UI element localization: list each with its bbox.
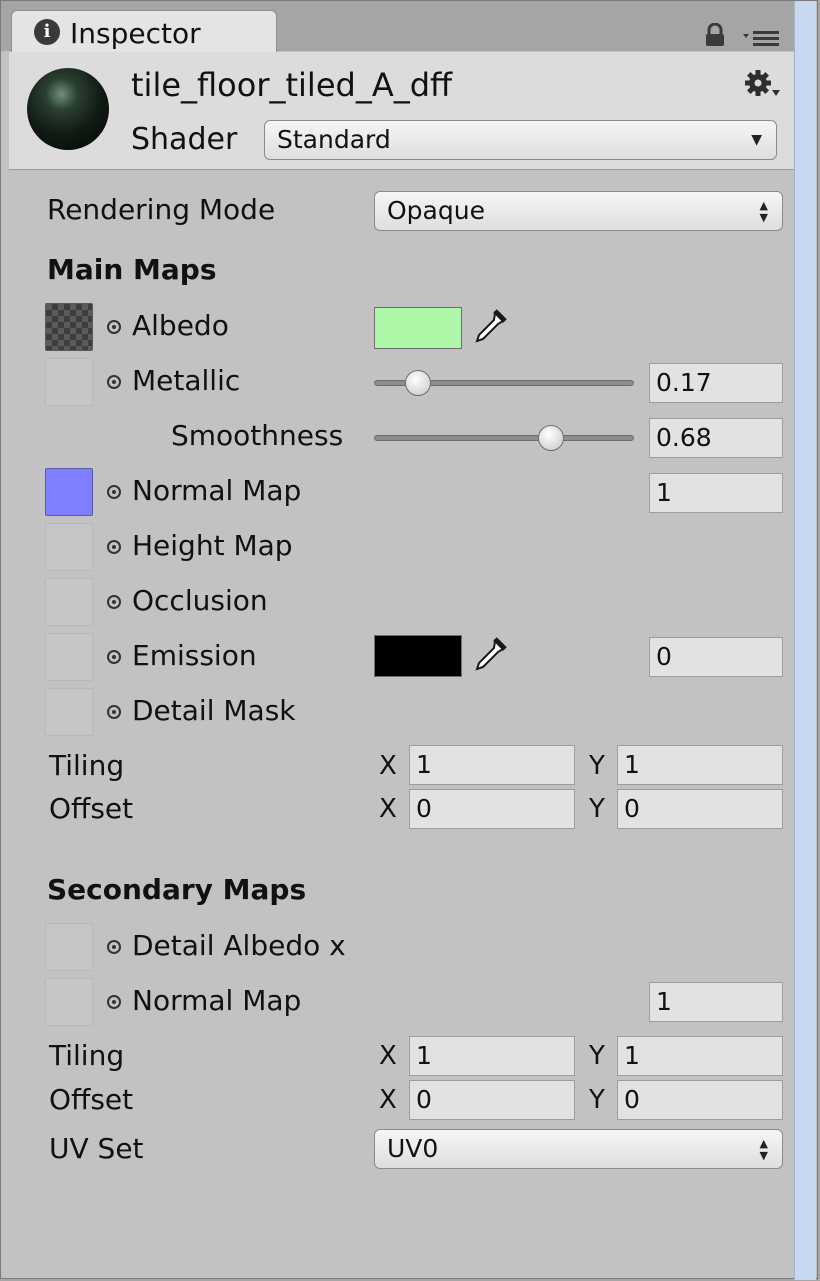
smoothness-slider-track[interactable]	[374, 435, 634, 441]
secondary-tiling-label: Tiling	[49, 1039, 125, 1072]
main-maps-heading: Main Maps	[47, 253, 217, 286]
occlusion-texture-slot[interactable]	[45, 578, 93, 626]
albedo-color-swatch[interactable]	[374, 307, 462, 349]
smoothness-label: Smoothness	[171, 419, 344, 452]
emission-label: Emission	[132, 639, 257, 672]
material-preview-sphere	[27, 68, 109, 150]
shader-value: Standard	[277, 125, 391, 154]
detail-albedo-label: Detail Albedo x	[132, 929, 346, 962]
rendering-mode-dropdown[interactable]: Opaque ▲ ▼	[374, 191, 783, 231]
secondary-offset-x-label: X	[379, 1085, 397, 1115]
main-tiling-y-label: Y	[589, 751, 605, 781]
uv-set-label: UV Set	[49, 1132, 144, 1165]
detail-albedo-texture-slot[interactable]	[45, 923, 93, 971]
shader-label: Shader	[131, 122, 238, 157]
tab-inspector[interactable]: i Inspector	[11, 10, 277, 52]
eyedropper-icon[interactable]	[469, 307, 509, 347]
menu-icon[interactable]	[741, 28, 781, 48]
uv-set-value: UV0	[387, 1134, 439, 1163]
secondary-normal-map-label: Normal Map	[132, 984, 302, 1017]
metallic-texture-slot[interactable]	[45, 358, 93, 406]
main-offset-y-label: Y	[589, 794, 605, 824]
metallic-value-field[interactable]: 0.17	[649, 363, 783, 403]
main-offset-y-field[interactable]: 0	[617, 789, 783, 829]
normal-map-picker-icon[interactable]	[107, 485, 121, 499]
albedo-texture-slot[interactable]	[45, 303, 93, 351]
metallic-label: Metallic	[132, 364, 241, 397]
emission-texture-slot[interactable]	[45, 633, 93, 681]
secondary-normal-map-scale-field[interactable]: 1	[649, 982, 783, 1022]
main-tiling-label: Tiling	[49, 749, 125, 782]
normal-map-texture-slot[interactable]	[45, 468, 93, 516]
secondary-tiling-y-field[interactable]: 1	[617, 1036, 783, 1076]
height-map-picker-icon[interactable]	[107, 540, 121, 554]
secondary-offset-x-field[interactable]: 0	[409, 1080, 575, 1120]
eyedropper-icon[interactable]	[469, 635, 509, 675]
main-offset-x-label: X	[379, 794, 397, 824]
inspector-window: i Inspector tile_floor_tiled_A_dff Shade…	[0, 0, 818, 1280]
emission-color-swatch[interactable]	[374, 635, 462, 677]
info-icon: i	[34, 19, 60, 45]
smoothness-slider-handle[interactable]	[537, 425, 564, 451]
metallic-picker-icon[interactable]	[107, 375, 121, 389]
secondary-normal-map-texture-slot[interactable]	[45, 978, 93, 1026]
height-map-label: Height Map	[132, 529, 293, 562]
chevron-down-icon: ▼	[751, 132, 762, 148]
material-properties: Rendering Mode Opaque ▲ ▼ Main Maps Albed…	[9, 171, 794, 1271]
occlusion-label: Occlusion	[132, 584, 268, 617]
tab-bar: i Inspector	[1, 1, 794, 52]
main-tiling-x-field[interactable]: 1	[409, 745, 575, 785]
height-map-texture-slot[interactable]	[45, 523, 93, 571]
detail-mask-label: Detail Mask	[132, 694, 296, 727]
detail-mask-texture-slot[interactable]	[45, 688, 93, 736]
stepper-arrows-icon: ▲ ▼	[759, 1137, 768, 1162]
albedo-label: Albedo	[132, 309, 229, 342]
main-offset-x-field[interactable]: 0	[409, 789, 575, 829]
emission-intensity-field[interactable]: 0	[649, 637, 783, 677]
metallic-slider-handle[interactable]	[405, 370, 432, 396]
secondary-offset-label: Offset	[49, 1083, 134, 1116]
secondary-offset-y-label: Y	[589, 1085, 605, 1115]
normal-map-label: Normal Map	[132, 474, 302, 507]
material-header: tile_floor_tiled_A_dff Shader Standard ▼	[9, 52, 794, 170]
secondary-tiling-y-label: Y	[589, 1041, 605, 1071]
emission-picker-icon[interactable]	[107, 650, 121, 664]
main-tiling-x-label: X	[379, 751, 397, 781]
lock-icon[interactable]	[704, 23, 726, 47]
main-offset-label: Offset	[49, 792, 134, 825]
rendering-mode-label: Rendering Mode	[47, 193, 276, 226]
material-name: tile_floor_tiled_A_dff	[131, 66, 453, 104]
secondary-offset-y-field[interactable]: 0	[617, 1080, 783, 1120]
window-edge	[794, 1, 816, 1280]
smoothness-value-field[interactable]: 0.68	[649, 418, 783, 458]
albedo-picker-icon[interactable]	[107, 320, 121, 334]
tab-label: Inspector	[70, 17, 201, 50]
detail-mask-picker-icon[interactable]	[107, 705, 121, 719]
occlusion-picker-icon[interactable]	[107, 595, 121, 609]
secondary-tiling-x-label: X	[379, 1041, 397, 1071]
gear-icon[interactable]	[743, 68, 783, 102]
detail-albedo-picker-icon[interactable]	[107, 940, 121, 954]
secondary-normal-map-picker-icon[interactable]	[107, 995, 121, 1009]
secondary-maps-heading: Secondary Maps	[47, 873, 307, 906]
main-tiling-y-field[interactable]: 1	[617, 745, 783, 785]
uv-set-dropdown[interactable]: UV0 ▲ ▼	[374, 1129, 783, 1169]
normal-map-scale-field[interactable]: 1	[649, 473, 783, 513]
shader-dropdown[interactable]: Standard ▼	[264, 120, 777, 160]
stepper-arrows-icon: ▲ ▼	[759, 199, 768, 224]
secondary-tiling-x-field[interactable]: 1	[409, 1036, 575, 1076]
rendering-mode-value: Opaque	[387, 196, 485, 225]
